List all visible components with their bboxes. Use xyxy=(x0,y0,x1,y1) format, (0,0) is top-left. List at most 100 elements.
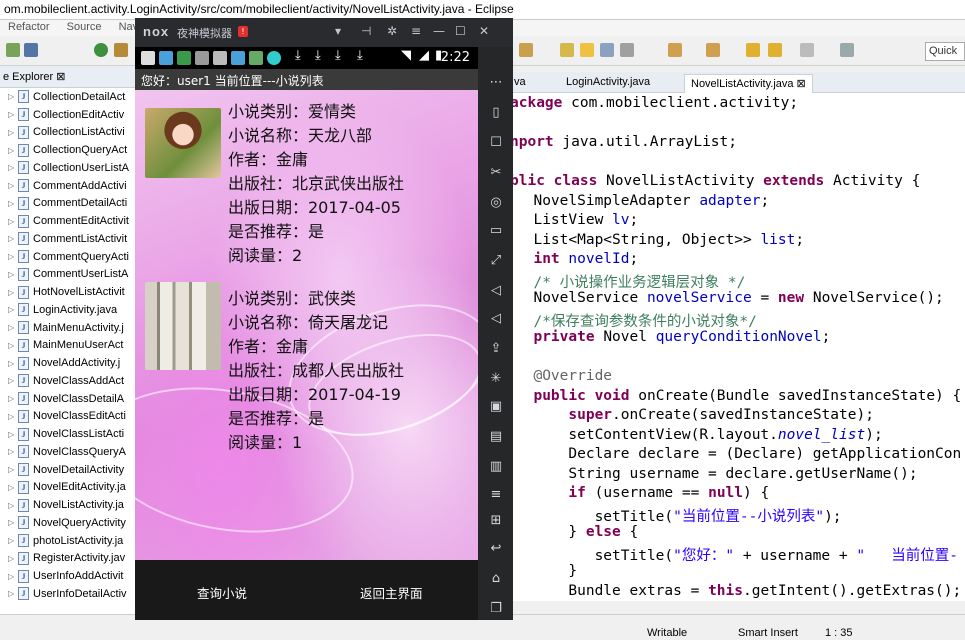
macro-icon[interactable]: ▣ xyxy=(488,399,504,415)
grid-icon[interactable]: ⊞ xyxy=(488,513,504,529)
editor-tab-novellistactivity[interactable]: NovelListActivity.java ⊠ xyxy=(684,74,813,93)
expand-arrow-icon[interactable]: ▷ xyxy=(8,359,18,368)
expand-arrow-icon[interactable]: ▷ xyxy=(8,536,18,545)
file-item[interactable]: ▷ J NovelClassListActi xyxy=(0,425,136,443)
file-item[interactable]: ▷ J CollectionDetailAct xyxy=(0,88,136,106)
scissors-icon[interactable]: ✂ xyxy=(488,165,504,181)
file-item[interactable]: ▷ J NovelAddActivity.j xyxy=(0,354,136,372)
file-item[interactable]: ▷ J UserInfoDetailActiv xyxy=(0,585,136,603)
expand-arrow-icon[interactable]: ▷ xyxy=(8,572,18,581)
file-item[interactable]: ▷ J LoginActivity.java xyxy=(0,301,136,319)
file-item[interactable]: ▷ J NovelClassQueryA xyxy=(0,443,136,461)
home-icon[interactable]: ⌂ xyxy=(488,571,504,587)
quick-access-input[interactable]: Quick xyxy=(925,42,965,61)
expand-arrow-icon[interactable]: ▷ xyxy=(8,501,18,510)
format-icon[interactable] xyxy=(620,43,634,57)
location-icon[interactable]: ◎ xyxy=(488,195,504,211)
expand-arrow-icon[interactable]: ▷ xyxy=(8,92,18,101)
more-icon[interactable]: ⋯ xyxy=(488,75,504,91)
file-item[interactable]: ▷ J CommentQueryActi xyxy=(0,248,136,266)
multi-instance-icon[interactable]: ▥ xyxy=(488,459,504,475)
package-explorer-tab[interactable]: e Explorer ⊠ xyxy=(0,66,136,88)
expand-arrow-icon[interactable]: ▷ xyxy=(8,270,18,279)
file-item[interactable]: ▷ J CollectionUserListA xyxy=(0,159,136,177)
file-item[interactable]: ▷ J CollectionQueryAct xyxy=(0,141,136,159)
expand-arrow-icon[interactable]: ▷ xyxy=(8,341,18,350)
fullscreen-icon[interactable]: ⤢ xyxy=(488,253,504,269)
novel-list[interactable]: 小说类别：爱情类 小说名称：天龙八部 作者：金庸 出版社：北京武侠出版社 出版日… xyxy=(135,90,478,560)
file-item[interactable]: ▷ J NovelClassEditActi xyxy=(0,408,136,426)
annotation-icon[interactable] xyxy=(560,43,574,57)
back-icon[interactable]: ↩ xyxy=(488,541,504,557)
highlight-icon[interactable] xyxy=(580,43,594,57)
save-icon[interactable] xyxy=(24,43,38,57)
expand-arrow-icon[interactable]: ▷ xyxy=(8,110,18,119)
file-item[interactable]: ▷ J CollectionEditActiv xyxy=(0,106,136,124)
volume-down-icon[interactable]: ◁ xyxy=(488,311,504,327)
file-item[interactable]: ▷ J CommentUserListA xyxy=(0,266,136,284)
expand-arrow-icon[interactable]: ▷ xyxy=(8,305,18,314)
next-annotation-icon[interactable] xyxy=(668,43,682,57)
expand-arrow-icon[interactable]: ▷ xyxy=(8,323,18,332)
file-item[interactable]: ▷ J NovelQueryActivity xyxy=(0,514,136,532)
expand-arrow-icon[interactable]: ▷ xyxy=(8,394,18,403)
nox-pin-icon[interactable]: ⊣ xyxy=(361,24,371,38)
expand-arrow-icon[interactable]: ▷ xyxy=(8,554,18,563)
file-item[interactable]: ▷ J HotNovelListActivit xyxy=(0,283,136,301)
install-apk-icon[interactable]: ⇪ xyxy=(488,341,504,357)
file-item[interactable]: ▷ J NovelClassDetailA xyxy=(0,390,136,408)
nox-max-icon[interactable]: ☐ xyxy=(455,24,466,38)
nox-menu-icon[interactable]: ≡ xyxy=(411,24,421,38)
file-item[interactable]: ▷ J NovelEditActivity.ja xyxy=(0,479,136,497)
nav-arrow-icon[interactable] xyxy=(800,43,814,57)
robot-icon[interactable]: ☐ xyxy=(488,135,504,151)
expand-arrow-icon[interactable]: ▷ xyxy=(8,376,18,385)
expand-arrow-icon[interactable]: ▷ xyxy=(8,288,18,297)
expand-arrow-icon[interactable]: ▷ xyxy=(8,163,18,172)
file-item[interactable]: ▷ J CommentEditActivit xyxy=(0,212,136,230)
volume-up-icon[interactable]: ◁ xyxy=(488,283,504,299)
file-item[interactable]: ▷ J NovelDetailActivity xyxy=(0,461,136,479)
expand-arrow-icon[interactable]: ▷ xyxy=(8,252,18,261)
code-editor[interactable]: ackage com.mobileclient.activity; nport j… xyxy=(508,93,965,601)
loading-icon[interactable]: ✳ xyxy=(488,371,504,387)
shake-icon[interactable]: ▯ xyxy=(488,105,504,121)
expand-arrow-icon[interactable]: ▷ xyxy=(8,146,18,155)
expand-arrow-icon[interactable]: ▷ xyxy=(8,412,18,421)
back-icon[interactable] xyxy=(746,43,760,57)
file-item[interactable]: ▷ J CommentAddActivi xyxy=(0,177,136,195)
file-item[interactable]: ▷ J UserInfoAddActivit xyxy=(0,567,136,585)
expand-arrow-icon[interactable]: ▷ xyxy=(8,518,18,527)
file-item[interactable]: ▷ J NovelClassAddAct xyxy=(0,372,136,390)
run-icon[interactable] xyxy=(94,43,108,57)
keyboard-icon[interactable]: ▭ xyxy=(488,223,504,239)
expand-arrow-icon[interactable]: ▷ xyxy=(8,447,18,456)
forward-icon[interactable] xyxy=(768,43,782,57)
expand-arrow-icon[interactable]: ▷ xyxy=(8,199,18,208)
nox-minimize-icon[interactable]: ▾ xyxy=(335,24,341,38)
menu-source[interactable]: Source xyxy=(67,21,102,33)
return-main-button[interactable]: 返回主界面 xyxy=(360,583,423,602)
perspective-icon[interactable] xyxy=(840,43,854,57)
search-tool-icon[interactable] xyxy=(519,43,533,57)
file-item[interactable]: ▷ J NovelListActivity.ja xyxy=(0,496,136,514)
file-item[interactable]: ▷ J MainMenuUserAct xyxy=(0,337,136,355)
nox-settings-icon[interactable]: ✲ xyxy=(387,24,397,38)
file-item[interactable]: ▷ J MainMenuActivity.j xyxy=(0,319,136,337)
toggle-icon[interactable] xyxy=(600,43,614,57)
expand-arrow-icon[interactable]: ▷ xyxy=(8,234,18,243)
menu-icon[interactable]: ≡ xyxy=(488,487,504,503)
expand-arrow-icon[interactable]: ▷ xyxy=(8,589,18,598)
nox-alert-badge[interactable]: ! xyxy=(238,26,248,37)
expand-arrow-icon[interactable]: ▷ xyxy=(8,217,18,226)
recent-apps-icon[interactable]: ❐ xyxy=(488,601,504,617)
expand-arrow-icon[interactable]: ▷ xyxy=(8,465,18,474)
menu-refactor[interactable]: Refactor xyxy=(8,21,50,33)
expand-arrow-icon[interactable]: ▷ xyxy=(8,128,18,137)
file-item[interactable]: ▷ J CommentDetailActi xyxy=(0,195,136,213)
recorder-icon[interactable]: ▤ xyxy=(488,429,504,445)
prev-annotation-icon[interactable] xyxy=(706,43,720,57)
nox-min-icon[interactable]: — xyxy=(433,24,445,38)
editor-tab-loginactivity[interactable]: LoginActivity.java xyxy=(560,74,656,93)
expand-arrow-icon[interactable]: ▷ xyxy=(8,181,18,190)
